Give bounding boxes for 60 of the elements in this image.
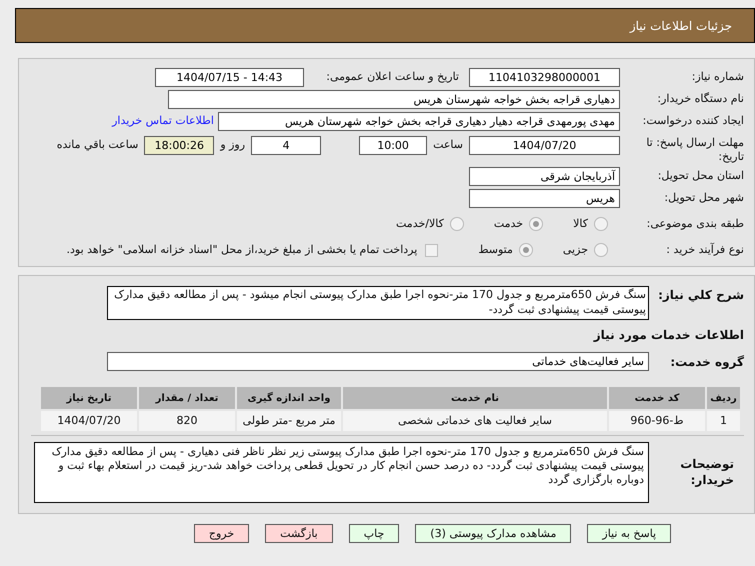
field-label: مهلت ارسال پاسخ: تا تاریخ: [645,136,744,164]
radio-label: متوسط [478,242,513,258]
buyer-org-field: دهیاری قراجه بخش خواجه شهرستان هریس [168,90,620,109]
column-header: تعداد / مقدار [138,386,236,410]
field-label: شرح کلي نیاز: [657,287,744,304]
remaining-label: ساعت باقي مانده [56,137,138,154]
deadline-date-field: 1404/07/20 [469,136,620,155]
radio-button[interactable] [450,217,464,231]
action-button[interactable]: پاسخ به نیاز [587,524,672,543]
table-cell: متر مربع -متر طولی [236,410,342,432]
action-button[interactable]: چاپ [348,524,400,543]
column-header: کد خدمت [608,386,706,410]
summary-textarea[interactable]: سنگ فرش 650مترمربع و جدول 170 متر-نحوه اجرا طبق مدارک پیوستی انجام میشود - پس از مطالعه دقیق مدارک پیوستی قیمت پیشنهادی ثبت گردد- [107,286,649,320]
payment-label: پرداخت تمام یا بخشی از مبلغ خرید،از محل "اسناد خزانه اسلامی" خواهد بود. [66,242,418,258]
column-header: واحد اندازه گیری [236,386,342,410]
table-cell: 1404/07/20 [40,410,138,432]
field-label: استان محل تحویل: [656,168,744,184]
table-cell: 1 [706,410,741,432]
province-field: آذربایجان شرقی [469,167,620,186]
radio-label: جزیی [562,242,588,258]
need-number-field: 1104103298000001 [469,68,620,87]
contact-link[interactable]: اطلاعات تماس خریدار [112,113,214,130]
service-group-field: سایر فعالیت‌های خدماتی [107,352,649,371]
field-label: تاریخ و ساعت اعلان عمومی: [325,69,459,86]
table-cell: 820 [138,410,236,432]
notes-textarea[interactable]: سنگ فرش 650مترمربع و جدول 170 متر-نحوه اجرا طبق مدارک پیوستی زیر نظر ناظر فنی دهیاری - پس از مطالعه دقیق مدارک پیوستی قیمت پیشنهادی ثبت گردد- ده درصد حسن انجام کار در تحویل قطعی پرداخت خواهد شد-ریز قیمت در استعلام بهاء ثبت و دوباره بارگزاری گردد [34,442,649,503]
page-title: جزئیات اطلاعات نیاز [630,18,732,34]
column-header: تاریخ نیاز [40,386,138,410]
action-button[interactable]: خروج [194,524,250,543]
city-field: هریس [469,189,620,208]
time-label: ساعت [433,137,463,154]
radio-button[interactable] [594,243,608,257]
creator-field: مهدی پورمهدی قراجه دهیار دهیاری قراجه بخش خواجه شهرستان هریس [218,112,620,131]
radio-button[interactable] [518,243,533,257]
announce-date-field: 1404/07/15 - 14:43 [155,68,304,87]
field-label: نوع فرآیند خرید : [665,242,744,258]
radio-label: کالا [573,216,588,232]
radio-button[interactable] [529,217,544,231]
action-button[interactable]: بازگشت [265,524,333,543]
radio-label: خدمت [494,216,524,232]
radio-button[interactable] [594,217,608,231]
field-label: ایجاد کننده درخواست: [642,113,744,130]
payment-checkbox[interactable] [425,244,438,256]
radio-label: کالا/خدمت [396,216,444,232]
section-title: اطلاعات خدمات مورد نیاز [592,327,744,344]
field-label: شهر محل تحویل: [663,190,744,206]
days-label: روز و [220,137,246,154]
table-cell: ط-96-960 [608,410,706,432]
column-header: ردیف [706,386,741,410]
column-header: نام خدمت [342,386,608,410]
remaining-time-field: 18:00:26 [144,136,214,155]
field-label: طبقه بندی موضوعی: [646,216,744,232]
field-label: نام دستگاه خریدار: [656,91,744,108]
days-field: 4 [251,136,322,155]
table-cell: سایر فعالیت های خدماتی شخصی [342,410,608,432]
field-label: گروه خدمت: [669,354,744,370]
deadline-time-field: 10:00 [359,136,428,155]
field-label: شماره نیاز: [690,69,744,86]
field-label: توضیحات خریدار: [679,456,735,488]
action-button[interactable]: مشاهده مدارک پیوستی (3) [415,524,572,543]
